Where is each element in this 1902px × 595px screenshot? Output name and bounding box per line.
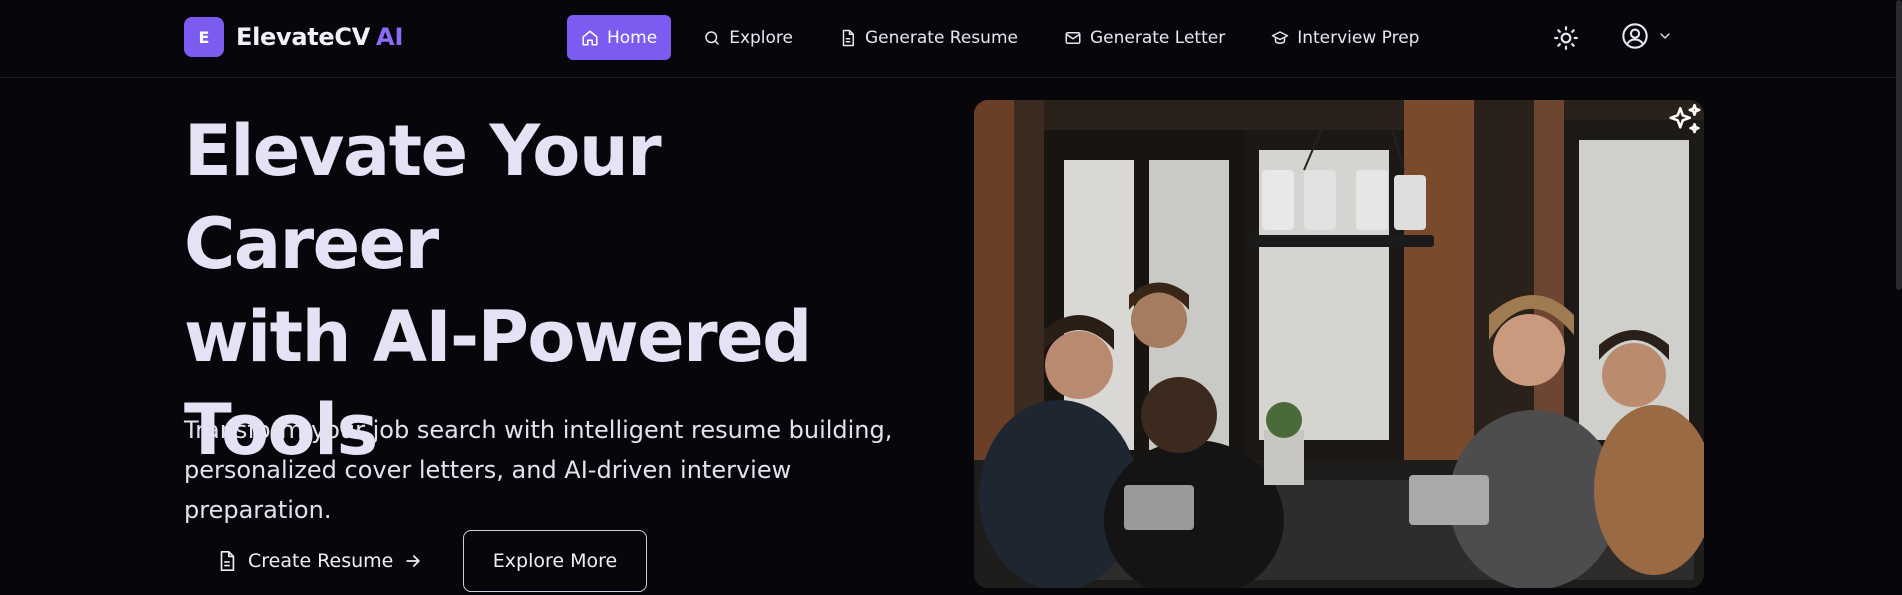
- explore-more-button[interactable]: Explore More: [463, 530, 647, 592]
- team-meeting-photo: [974, 100, 1704, 588]
- user-circle-icon: [1622, 23, 1648, 49]
- brand-logo: E: [184, 17, 224, 57]
- nav-home[interactable]: Home: [567, 15, 672, 60]
- document-icon: [842, 29, 854, 46]
- home-icon: [582, 30, 598, 45]
- hero-description-line: Transform your job search with intellige…: [184, 416, 893, 444]
- nav-explore-label: Explore: [729, 27, 793, 48]
- create-resume-label: Create Resume: [248, 550, 394, 572]
- brand[interactable]: E ElevateCV AI: [184, 17, 404, 57]
- hero-title-line: with AI-Powered: [184, 296, 812, 378]
- nav-explore[interactable]: Explore: [689, 15, 807, 60]
- nav-generate-resume[interactable]: Generate Resume: [825, 15, 1032, 60]
- sun-icon[interactable]: [1553, 25, 1579, 51]
- user-menu[interactable]: [1621, 22, 1673, 50]
- nav-interview-prep-label: Interview Prep: [1297, 27, 1420, 48]
- explore-more-label: Explore More: [492, 550, 618, 572]
- scrollbar-thumb[interactable]: [1896, 0, 1902, 290]
- main-nav: Home Explore Generate Resume Generate Le…: [567, 15, 1451, 60]
- search-icon: [705, 30, 719, 45]
- nav-generate-letter[interactable]: Generate Letter: [1050, 15, 1239, 60]
- chevron-down-icon: [1660, 33, 1670, 39]
- nav-interview-prep[interactable]: Interview Prep: [1257, 15, 1433, 60]
- nav-home-label: Home: [607, 27, 658, 48]
- sparkles-icon[interactable]: [1666, 102, 1704, 140]
- document-icon: [220, 551, 235, 571]
- mail-icon: [1065, 31, 1081, 44]
- create-resume-button[interactable]: Create Resume: [194, 530, 445, 592]
- top-navbar: E ElevateCV AI Home Explore Generate Res…: [0, 0, 1902, 78]
- hero-description-line: personalized cover letters, and AI-drive…: [184, 456, 792, 524]
- brand-suffix: AI: [375, 23, 404, 51]
- arrow-right-icon: [406, 555, 421, 567]
- hero-image: [974, 100, 1704, 588]
- brand-name: ElevateCV: [236, 23, 370, 51]
- graduation-cap-icon: [1271, 30, 1289, 44]
- nav-generate-letter-label: Generate Letter: [1089, 27, 1226, 48]
- hero-title-line: Elevate Your Career: [184, 110, 662, 285]
- nav-generate-resume-label: Generate Resume: [865, 27, 1018, 48]
- hero-description: Transform your job search with intellige…: [184, 410, 904, 530]
